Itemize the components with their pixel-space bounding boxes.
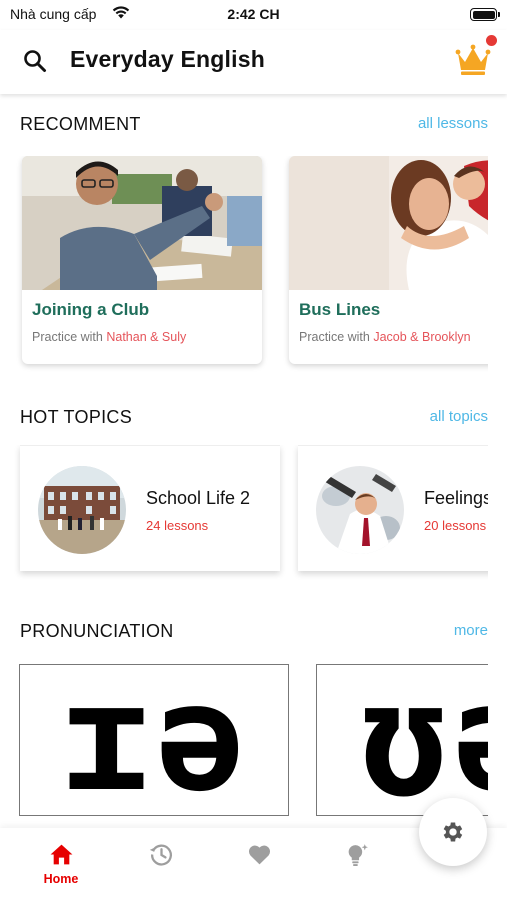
topic-photo	[316, 466, 404, 554]
gear-icon	[443, 822, 463, 842]
settings-button[interactable]	[419, 798, 487, 866]
section-title-pronunciation: PRONUNCIATION	[20, 621, 174, 641]
topic-photo	[38, 466, 126, 554]
phoneme-symbol: ɪə	[61, 664, 249, 816]
lesson-subtitle: Practice with Nathan & Suly	[32, 330, 186, 344]
lesson-characters: Jacob & Brooklyn	[373, 330, 471, 344]
topic-card[interactable]: School Life 2 24 lessons	[20, 445, 280, 571]
topic-name: Feelings	[424, 488, 488, 508]
recommend-carousel[interactable]: Joining a Club Practice with Nathan & Su…	[0, 156, 488, 372]
phoneme-symbol: ʊə	[358, 664, 488, 816]
home-icon	[50, 844, 73, 865]
lesson-characters: Nathan & Suly	[106, 330, 187, 344]
hot-topics-header: HOT TOPICS all topics	[20, 407, 488, 431]
search-icon[interactable]	[22, 48, 48, 74]
topic-card[interactable]: Feelings 20 lessons	[298, 445, 488, 571]
topic-lesson-count: 20 lessons	[424, 518, 487, 533]
section-title-hot-topics: HOT TOPICS	[20, 407, 133, 427]
lesson-title: Bus Lines	[299, 300, 381, 319]
crown-icon[interactable]	[455, 42, 491, 78]
topic-name: School Life 2	[146, 488, 251, 508]
heart-icon	[248, 845, 271, 865]
lesson-title: Joining a Club	[32, 300, 150, 319]
nav-history[interactable]	[116, 828, 206, 900]
practice-prefix: Practice with	[32, 330, 107, 344]
lesson-photo	[22, 156, 262, 290]
lesson-card[interactable]: Bus Lines Practice with Jacob & Brooklyn	[289, 156, 488, 364]
topics-carousel[interactable]: School Life 2 24 lessons Feelings 20 les…	[0, 445, 488, 580]
pronunciation-header: PRONUNCIATION more	[20, 621, 488, 645]
nav-home[interactable]: Home	[16, 828, 106, 900]
lightbulb-icon	[348, 844, 368, 866]
nav-tips[interactable]	[312, 828, 402, 900]
history-icon	[149, 844, 172, 866]
phoneme-card[interactable]: ɪə	[19, 664, 289, 816]
section-title-recommend: RECOMMENT	[20, 114, 141, 134]
lesson-photo	[289, 156, 488, 290]
lesson-subtitle: Practice with Jacob & Brooklyn	[299, 330, 471, 344]
nav-home-label: Home	[43, 872, 79, 886]
page-title: Everyday English	[70, 46, 265, 72]
app-bar: Everyday English	[0, 30, 507, 94]
notification-badge	[486, 35, 497, 46]
clock: 2:42 CH	[227, 6, 280, 22]
recommend-header: RECOMMENT all lessons	[20, 114, 488, 138]
nav-favorites[interactable]	[214, 828, 304, 900]
more-pronunciation-link[interactable]: more	[454, 622, 488, 639]
topic-lesson-count: 24 lessons	[146, 518, 209, 533]
phoneme-card[interactable]: ʊə	[316, 664, 488, 816]
pronunciation-carousel[interactable]: ɪə ʊə	[0, 664, 488, 824]
practice-prefix: Practice with	[299, 330, 374, 344]
battery-icon	[470, 8, 500, 21]
all-topics-link[interactable]: all topics	[430, 408, 488, 425]
status-bar: Nhà cung cấp 2:42 CH	[0, 0, 507, 30]
all-lessons-link[interactable]: all lessons	[418, 115, 488, 132]
lesson-card[interactable]: Joining a Club Practice with Nathan & Su…	[22, 156, 262, 364]
